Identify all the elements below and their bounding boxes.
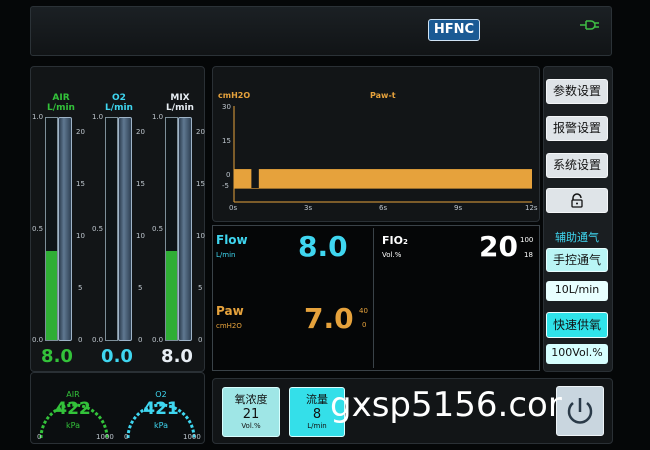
paw-label: Paw — [216, 304, 244, 318]
tick-label: 1.0 — [32, 113, 44, 121]
lock-button[interactable] — [546, 188, 608, 213]
air-flow-value: 8.0 — [41, 346, 73, 367]
tick-label: 5 — [138, 284, 143, 292]
air-flow-tube — [58, 117, 72, 341]
watermark-text: gxsp5156.cor — [330, 385, 562, 425]
tick-label: 20 — [196, 128, 205, 136]
tick-label: 20 — [76, 128, 85, 136]
flow-unit: L/min — [216, 251, 236, 259]
flow-value: 8.0 — [298, 230, 348, 263]
plug-icon — [578, 18, 600, 32]
tick-label: 0 — [78, 336, 83, 344]
flow-label: Flow — [216, 233, 248, 247]
tick-label: 10 — [76, 232, 85, 240]
tick-label: 0.5 — [92, 225, 104, 233]
paw-waveform-chart — [233, 106, 532, 203]
fio2-unit: Vol.% — [382, 251, 402, 259]
o2-conc-value: 21 — [242, 407, 260, 422]
o2-flow-value: 0.0 — [101, 346, 133, 367]
top-bar — [30, 6, 612, 56]
o2-concentration-control[interactable]: 氧浓度 21 Vol.% — [222, 387, 280, 437]
air-gauge-name: AIR — [66, 390, 80, 399]
tick-label: 1.0 — [92, 113, 104, 121]
power-icon — [567, 398, 593, 424]
mix-flow-header: MIX L/min — [166, 93, 194, 113]
tick-label: 0 — [138, 336, 143, 344]
tick-label: 20 — [136, 128, 145, 136]
o2-level-bar — [105, 117, 118, 341]
fio2-value: 20 — [479, 230, 518, 263]
mode-badge[interactable]: HFNC — [428, 19, 480, 41]
o2-pressure-value: 421 — [143, 399, 179, 419]
manual-flow-value[interactable]: 10L/min — [546, 281, 608, 301]
tick-label: 10 — [196, 232, 205, 240]
tick-label: 1.0 — [152, 113, 164, 121]
alarm-settings-button[interactable]: 报警设置 — [546, 116, 608, 141]
rapid-o2-button[interactable]: 快速供氧 — [546, 312, 608, 338]
tick-label: 0.5 — [32, 225, 44, 233]
fio2-low-limit: 18 — [524, 251, 533, 259]
paw-value: 7.0 — [304, 302, 354, 335]
tick-label: 15 — [76, 180, 85, 188]
air-pressure-unit: kPa — [66, 421, 80, 430]
air-gauge-max: 1000 — [96, 433, 114, 441]
param-settings-button[interactable]: 参数设置 — [546, 79, 608, 104]
mix-flow-value: 8.0 — [161, 346, 193, 367]
tick-label: 0.0 — [32, 336, 44, 344]
tick-label: 0 — [198, 336, 203, 344]
o2-gauge-name: O2 — [155, 390, 167, 399]
system-settings-button[interactable]: 系统设置 — [546, 153, 608, 178]
o2-gauge-min: 0 — [124, 433, 129, 441]
o2-gauge-max: 1000 — [183, 433, 201, 441]
paw-low-limit: 0 — [362, 321, 367, 329]
values-divider — [373, 228, 374, 368]
mix-flow-tube — [178, 117, 192, 341]
paw-high-limit: 40 — [359, 307, 368, 315]
tick-label: 15 — [196, 180, 205, 188]
waveform-segment — [258, 169, 532, 189]
tick-label: 5 — [198, 284, 203, 292]
air-pressure-value: 422 — [55, 399, 91, 419]
air-flow-header: AIR L/min — [47, 93, 75, 113]
fio2-high-limit: 100 — [520, 236, 534, 244]
tick-label: 15 — [136, 180, 145, 188]
tick-label: 0.0 — [152, 336, 164, 344]
o2-conc-unit: Vol.% — [241, 422, 261, 430]
tick-label: 0.0 — [92, 336, 104, 344]
tick-label: 0.5 — [152, 225, 164, 233]
manual-vent-button[interactable]: 手控通气 — [546, 248, 608, 272]
o2-flow-header: O2 L/min — [105, 93, 133, 113]
o2-conc-label: 氧浓度 — [234, 393, 268, 406]
paw-unit: cmH2O — [216, 322, 242, 330]
air-level-bar — [45, 117, 58, 341]
power-button[interactable] — [556, 386, 604, 436]
rapid-o2-value[interactable]: 100Vol.% — [546, 344, 608, 364]
waveform-segment — [234, 169, 252, 189]
assist-title: 辅助通气 — [555, 231, 599, 244]
fio2-label: FIO2 — [382, 234, 408, 247]
o2-flow-tube — [118, 117, 132, 341]
o2-pressure-unit: kPa — [154, 421, 168, 430]
lock-icon — [571, 193, 583, 208]
tick-label: 10 — [136, 232, 145, 240]
mix-level-bar — [165, 117, 178, 341]
tick-label: 5 — [78, 284, 83, 292]
air-gauge-min: 0 — [37, 433, 42, 441]
